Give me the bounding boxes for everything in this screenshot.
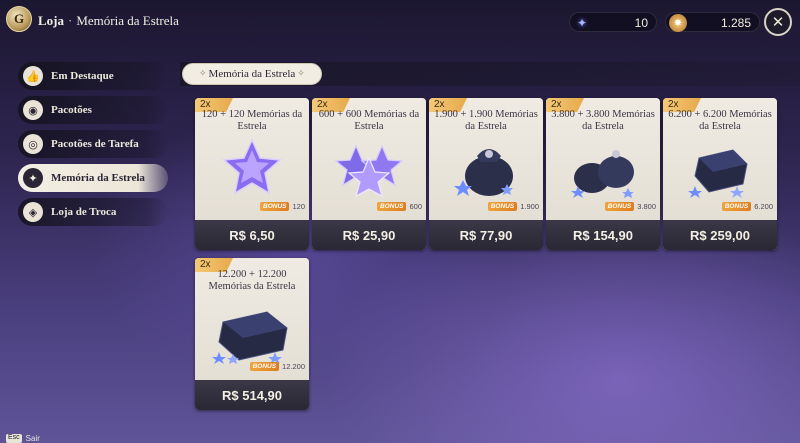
bonus-tag: BONUS (260, 202, 290, 211)
stellar-jade-balance[interactable]: ✸ 1.285 (665, 12, 760, 32)
exit-hint[interactable]: Esc Sair (6, 434, 40, 443)
bag-icon: ◉ (23, 100, 43, 120)
product-name: 3.800 + 3.800 Memórias da Estrela (551, 109, 655, 132)
star-memory-value: 10 (634, 16, 648, 30)
bonus-info: BONUS 1.900 (487, 202, 539, 211)
star-chest-icon (688, 149, 748, 198)
thumbs-up-icon: 👍 (23, 66, 43, 86)
large-star-chest-icon (212, 311, 288, 364)
tab-right-ornament-icon: ✧ (297, 69, 305, 79)
product-card[interactable]: 2x 600 + 600 Memórias da Estrela BONUS 6… (312, 98, 426, 250)
tab-memoria-da-estrela[interactable]: ✧ Memória da Estrela ✧ (182, 63, 322, 85)
bonus-info: BONUS 120 (260, 202, 305, 211)
sidebar-item-label: Pacotões (51, 104, 92, 116)
tab-label: Memória da Estrela (208, 68, 296, 80)
single-star-icon (222, 138, 282, 195)
price-button[interactable]: R$ 6,50 (195, 220, 309, 250)
bonus-tag: BONUS (487, 202, 518, 211)
bonus-tag: BONUS (249, 362, 280, 371)
price-button[interactable]: R$ 25,90 (312, 220, 426, 250)
sidebar-item-label: Memória da Estrela (51, 172, 145, 184)
close-button[interactable]: ✕ (764, 8, 792, 36)
sidebar-item-em-destaque[interactable]: 👍 Em Destaque (18, 62, 168, 90)
bonus-value: 6.200 (754, 202, 773, 211)
sidebar-item-label: Loja de Troca (51, 206, 117, 218)
bonus-tag: BONUS (377, 202, 407, 211)
bonus-info: BONUS 6.200 (721, 202, 773, 211)
product-card[interactable]: 2x 12.200 + 12.200 Memórias da Estrela B… (195, 258, 309, 410)
tab-left-ornament-icon: ✧ (199, 69, 207, 79)
stellar-jade-icon: ✸ (669, 14, 687, 32)
esc-key-icon: Esc (6, 434, 22, 443)
price-button[interactable]: R$ 154,90 (546, 220, 660, 250)
product-name: 120 + 120 Memórias da Estrela (201, 109, 303, 132)
bonus-info: BONUS 3.800 (604, 202, 656, 211)
stellar-jade-value: 1.285 (720, 16, 751, 30)
product-name: 6.200 + 6.200 Memórias da Estrela (668, 109, 772, 132)
shop-subtitle: Memória da Estrela (76, 13, 179, 28)
product-name: 12.200 + 12.200 Memórias da Estrela (208, 269, 296, 292)
sidebar-item-memoria-da-estrela[interactable]: ✦ Memória da Estrela (18, 164, 168, 192)
bonus-value: 600 (409, 202, 422, 211)
product-card[interactable]: 2x 120 + 120 Memórias da Estrela BONUS 1… (195, 98, 309, 250)
bonus-value: 12.200 (282, 362, 305, 371)
price-button[interactable]: R$ 259,00 (663, 220, 777, 250)
star-memory-balance[interactable]: ✦ 10 (569, 12, 657, 32)
task-bag-icon: ◎ (23, 134, 43, 154)
bonus-value: 3.800 (637, 202, 656, 211)
bonus-info: BONUS 12.200 (249, 362, 305, 371)
sidebar-item-pacotoes[interactable]: ◉ Pacotões (18, 96, 168, 124)
star-pouches-icon (571, 150, 634, 198)
sidebar-item-pacotoes-de-tarefa[interactable]: ◎ Pacotões de Tarefa (18, 130, 168, 158)
bonus-tag: BONUS (721, 202, 752, 211)
shop-title: Loja (38, 13, 64, 28)
product-card[interactable]: 2x 1.900 + 1.900 Memórias da Estrela BON… (429, 98, 543, 250)
star-pouch-icon (454, 149, 513, 196)
bonus-value: 1.900 (520, 202, 539, 211)
category-sidebar: 👍 Em Destaque ◉ Pacotões ◎ Pacotões de T… (18, 62, 168, 232)
star-memory-icon: ✦ (576, 16, 588, 30)
title-separator: · (68, 13, 73, 28)
shop-logo-icon: G (6, 6, 32, 32)
top-bar: G Loja · Memória da Estrela ✦ 10 ✸ 1.285… (0, 0, 800, 44)
product-card[interactable]: 2x 3.800 + 3.800 Memórias da Estrela BON… (546, 98, 660, 250)
product-card[interactable]: 2x 6.200 + 6.200 Memórias da Estrela BON… (663, 98, 777, 250)
page-title: Loja · Memória da Estrela (38, 13, 179, 29)
sidebar-item-loja-de-troca[interactable]: ◈ Loja de Troca (18, 198, 168, 226)
star-bag-icon: ✦ (23, 168, 43, 188)
bonus-info: BONUS 600 (377, 202, 422, 211)
price-button[interactable]: R$ 77,90 (429, 220, 543, 250)
sidebar-item-label: Pacotões de Tarefa (51, 138, 139, 150)
product-name: 600 + 600 Memórias da Estrela (318, 109, 420, 132)
bonus-value: 120 (292, 202, 305, 211)
sub-tab-bar: ✧ Memória da Estrela ✧ (180, 62, 800, 86)
close-icon: ✕ (771, 13, 785, 31)
exit-label: Sair (25, 434, 40, 443)
exchange-icon: ◈ (23, 202, 43, 222)
star-cluster-icon (334, 144, 404, 198)
price-button[interactable]: R$ 514,90 (195, 380, 309, 410)
sidebar-item-label: Em Destaque (51, 70, 114, 82)
bonus-tag: BONUS (604, 202, 635, 211)
product-name: 1.900 + 1.900 Memórias da Estrela (434, 109, 538, 132)
